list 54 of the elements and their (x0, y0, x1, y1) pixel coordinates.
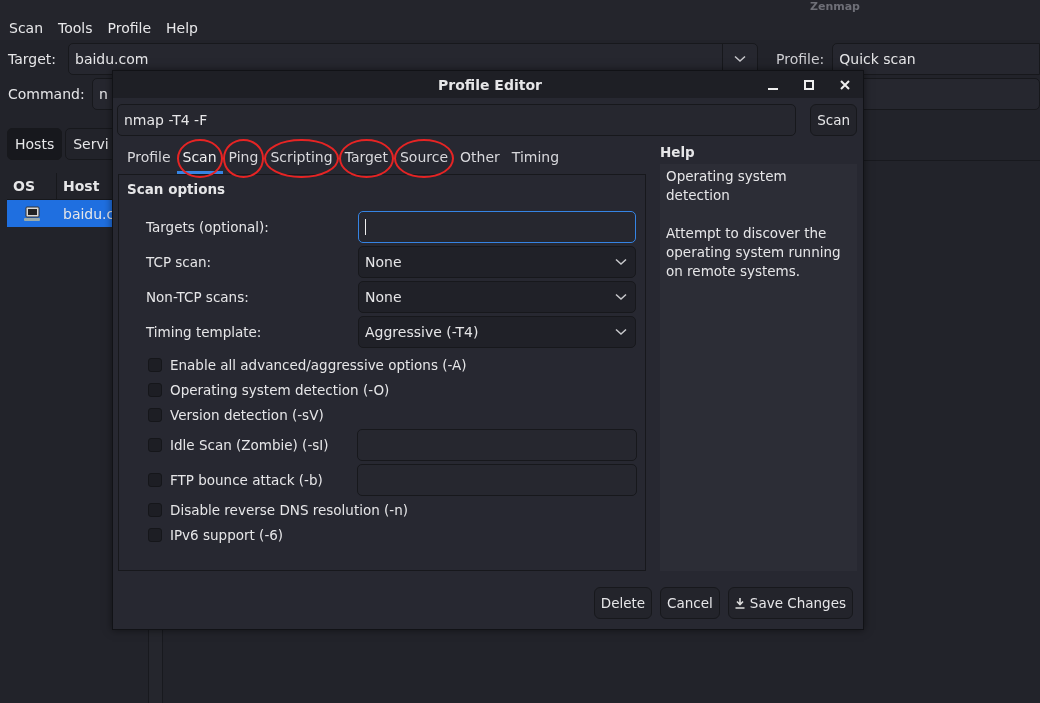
help-title: Help (660, 144, 696, 162)
checkbox-label: IPv6 support (-6) (170, 526, 284, 543)
dialog-button[interactable]: Cancel (660, 587, 720, 619)
dialog-button[interactable]: Delete (593, 587, 653, 619)
dropdown[interactable]: None (358, 281, 636, 313)
help-heading: Operating system detection (666, 167, 788, 205)
checkbox-label: FTP bounce attack (-b) (170, 471, 323, 488)
profile-field[interactable]: Quick scan (832, 43, 1040, 75)
field-label: Target: (8, 51, 58, 67)
command-field[interactable]: nmap -T4 -F (117, 104, 797, 136)
close-icon[interactable] (839, 78, 851, 91)
help-text: Attempt to discover the operating system running on remote systems. (666, 224, 842, 281)
chevron-down-icon (615, 328, 627, 336)
field-label: Timing template: (146, 324, 263, 340)
checkbox-label: Disable reverse DNS resolution (-n) (170, 501, 409, 518)
menu-item[interactable]: Profile (107, 20, 152, 36)
section-title: Scan options (127, 181, 227, 197)
column-header[interactable]: Host (57, 173, 100, 199)
chevron-down-icon (615, 293, 627, 301)
checkbox-label: Enable all advanced/aggressive options (-A) (170, 356, 467, 373)
tab[interactable]: Other (454, 149, 506, 174)
scan-button[interactable]: Scan (810, 104, 857, 136)
text-field[interactable] (358, 211, 636, 243)
checkbox-label: Idle Scan (Zombie) (-sI) (170, 436, 329, 453)
tab[interactable]: Source (393, 149, 455, 174)
table-cell-text: baidu.c (62, 205, 115, 222)
field-label: Profile: (776, 51, 825, 67)
field-label: Non-TCP scans: (146, 289, 250, 305)
dropdown[interactable]: None (358, 246, 636, 278)
chevron-down-icon (615, 258, 627, 266)
dropdown[interactable]: Aggressive (-T4) (358, 316, 636, 348)
save-button[interactable]: Save Changes (727, 587, 853, 619)
tab[interactable]: Profile (121, 149, 177, 174)
checkbox-label: Version detection (-sV) (170, 406, 324, 423)
maximize-icon[interactable] (803, 78, 815, 91)
menu-item[interactable]: Scan (9, 20, 44, 36)
menu-item[interactable]: Tools (58, 20, 93, 36)
column-header[interactable]: OS (7, 173, 57, 199)
field-label: Targets (optional): (146, 219, 270, 235)
tab[interactable]: Scan (176, 149, 223, 174)
field-label: TCP scan: (146, 254, 213, 270)
tab[interactable]: Timing (505, 149, 566, 174)
tab[interactable]: Ping (222, 149, 265, 174)
menu-item[interactable]: Help (166, 20, 198, 36)
tab[interactable]: Target (338, 149, 394, 174)
chevron-down-icon (734, 55, 746, 63)
checkbox-label: Operating system detection (-O) (170, 381, 390, 398)
window-title: Zenmap (809, 0, 860, 14)
tab[interactable]: Scripting (264, 149, 339, 174)
dialog-title: Profile Editor (438, 76, 542, 93)
field-label: Command: (8, 86, 84, 102)
computer-icon (23, 205, 41, 222)
view-tab[interactable]: Hosts (7, 128, 63, 160)
download-icon (734, 597, 745, 609)
